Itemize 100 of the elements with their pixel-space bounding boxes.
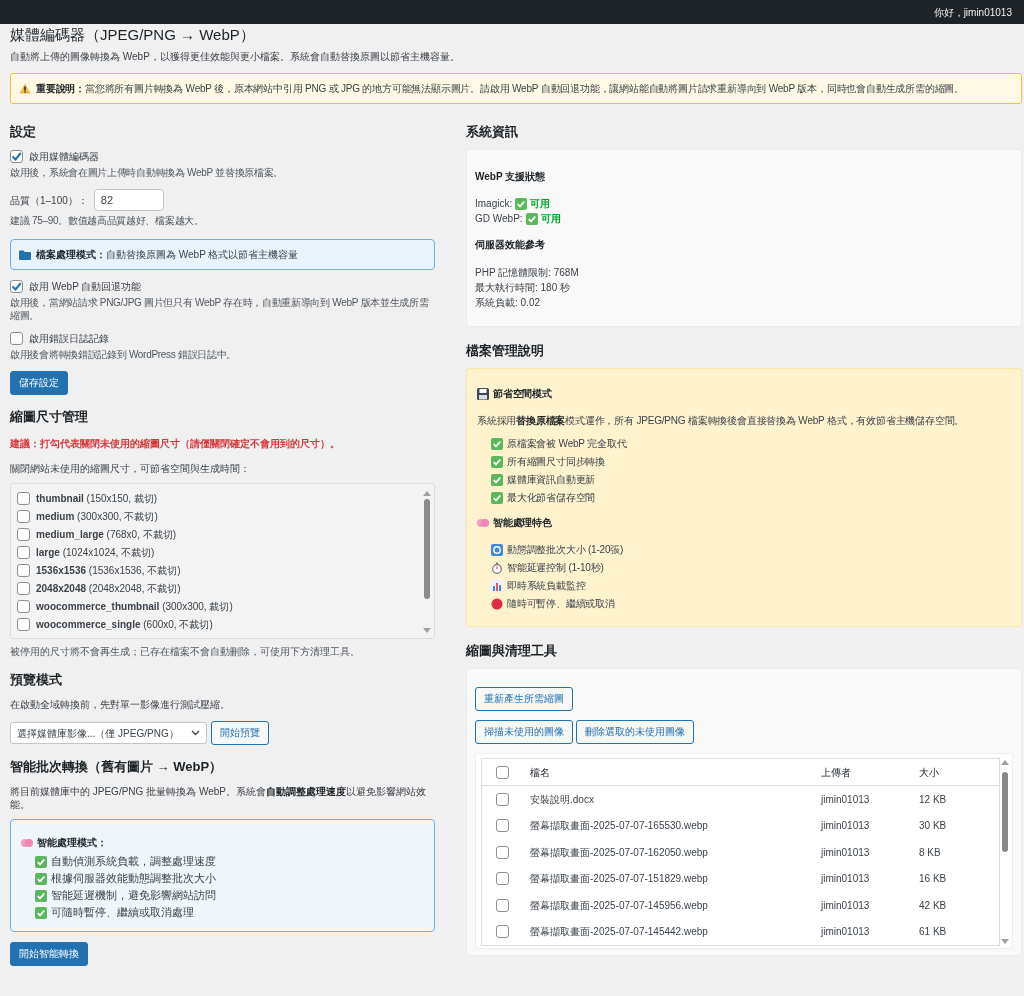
checkbox-label[interactable]: 啟用錯誤日誌記錄	[29, 332, 109, 345]
help-text: 啟用後，系統會在圖片上傳時自動轉換為 WebP 並替換原檔案。	[10, 166, 285, 179]
start-conversion-button[interactable]: 開始智能轉換	[10, 942, 88, 966]
check-icon	[525, 212, 538, 225]
size-label[interactable]: large (1024x1024, 不裁切)	[36, 545, 155, 559]
greeting-text[interactable]: 你好，jimin01013	[933, 5, 1012, 19]
size-cell-text: 12 KB	[919, 792, 948, 806]
column-header: 上傳者	[821, 765, 852, 779]
checkbox[interactable]	[17, 545, 30, 559]
help-text: 建議 75–90。數值越高品質越好、檔案越大。	[10, 214, 205, 227]
feature-text: 智能延遲控制 (1-10秒)	[507, 561, 604, 574]
folder-icon	[19, 249, 31, 260]
feature-text: 即時系統負載監控	[507, 579, 586, 592]
checkbox[interactable]	[496, 845, 509, 859]
tool-button[interactable]: 重新產生所需縮圖	[475, 687, 573, 711]
save-settings-button[interactable]: 儲存設定	[10, 371, 68, 395]
checkbox[interactable]	[10, 280, 23, 293]
check-icon	[35, 855, 47, 868]
section-heading: 設定	[10, 124, 37, 140]
checkbox[interactable]	[496, 898, 509, 912]
checkbox[interactable]	[10, 332, 23, 345]
file-name-cell-text: 螢幕擷取畫面-2025-07-07-145442.webp	[530, 925, 709, 939]
image-select[interactable]: 選擇媒體庫影像...（僅 JPEG/PNG）	[10, 722, 207, 744]
section-heading: 預覽模式	[10, 672, 63, 688]
start-preview-button[interactable]: 開始預覽	[211, 721, 269, 745]
brain-icon	[477, 517, 489, 528]
notice-text: 重要說明：當您將所有圖片轉換為 WebP 後，原本網站中引用 PNG 或 JPG 的地方可能無法顯示圖片。請啟用 WebP 自動回退功能，讓網站能自動將圖片請求重新導向到 WebP 版本，同時也會自動生成所需的縮圖。	[36, 82, 964, 95]
checkbox[interactable]	[496, 792, 509, 806]
performance-text: 最大執行時間: 180 秒	[475, 281, 572, 295]
checkbox[interactable]	[17, 581, 30, 595]
performance-text: 系統負載: 0.02	[475, 296, 542, 310]
feature-text: 動態調整批次大小 (1-20張)	[507, 543, 624, 556]
file-name-cell-text: 安裝說明.docx	[530, 792, 595, 806]
uploader-cell-text: jimin01013	[821, 845, 871, 859]
checkbox[interactable]	[496, 925, 509, 939]
section-heading: 檔案管理說明	[466, 343, 545, 359]
size-label[interactable]: medium (300x300, 不裁切)	[36, 509, 158, 523]
description-text: 在啟動全域轉換前，先對單一影像進行測試壓縮。	[10, 698, 231, 711]
size-label[interactable]: 2048x2048 (2048x2048, 不裁切)	[36, 581, 181, 595]
checkbox-label[interactable]: 啟用媒體編碼器	[29, 150, 99, 163]
column-header: 檔名	[530, 765, 551, 779]
bar-chart-icon	[491, 579, 503, 592]
help-text: 啟用後，當網站請求 PNG/JPG 圖片但只有 WebP 存在時，自動重新導向到 WebP 版本並生成所需縮圖。	[10, 296, 430, 322]
warning-icon	[19, 83, 31, 94]
section-heading: 系統資訊	[466, 124, 519, 140]
size-label[interactable]: 1536x1536 (1536x1536, 不裁切)	[36, 563, 181, 577]
feature-text: 可隨時暫停、繼續或取消處理	[51, 906, 194, 919]
description-text: 系統採用替換原檔案模式運作，所有 JPEG/PNG 檔案轉換後會直接替換為 WebP 格式，有效節省主機儲存空間。	[477, 414, 966, 427]
benefit-text: 媒體庫資訊自動更新	[507, 473, 596, 486]
uploader-cell-text: jimin01013	[821, 872, 871, 886]
checkbox[interactable]	[17, 617, 30, 631]
card-subheading: 節省空間模式	[493, 387, 552, 400]
uploader-cell-text: jimin01013	[821, 898, 871, 912]
feature-text: 智能延遲機制，避免影響網站訪問	[51, 889, 216, 902]
checkbox[interactable]	[17, 563, 30, 577]
uploader-cell-text: jimin01013	[821, 792, 871, 806]
feature-text: 自動偵測系統負載，調整處理速度	[51, 855, 216, 868]
check-icon	[515, 197, 528, 210]
checkbox[interactable]	[10, 150, 23, 163]
size-label[interactable]: woocommerce_single (600x0, 不裁切)	[36, 617, 213, 631]
check-icon	[35, 889, 47, 902]
support-label: Imagick:	[475, 197, 513, 211]
size-label[interactable]: woocommerce_thumbnail (300x300, 裁切)	[36, 599, 233, 613]
check-icon	[491, 473, 503, 486]
description-text: 關閉網站未使用的縮圖尺寸，可節省空間與生成時間：	[10, 462, 251, 475]
size-cell-text: 30 KB	[919, 819, 948, 833]
performance-text: PHP 記憶體限制: 768M	[475, 266, 580, 280]
file-name-cell-text: 螢幕擷取畫面-2025-07-07-162050.webp	[530, 845, 709, 859]
file-name-cell-text: 螢幕擷取畫面-2025-07-07-165530.webp	[530, 819, 709, 833]
description-text: 將目前媒體庫中的 JPEG/PNG 批量轉換為 WebP。系統會自動調整處理速度以避免影響網站效能。	[10, 785, 427, 811]
card-subheading: WebP 支援狀態	[475, 170, 547, 183]
check-icon	[35, 906, 47, 919]
checkbox[interactable]	[496, 819, 509, 833]
checkbox-label[interactable]: 啟用 WebP 自動回退功能	[29, 280, 142, 293]
size-cell-text: 61 KB	[919, 925, 948, 939]
check-icon	[35, 872, 47, 885]
size-label[interactable]: thumbnail (150x150, 裁切)	[36, 491, 158, 505]
checkbox[interactable]	[17, 491, 30, 505]
size-cell-text: 16 KB	[919, 872, 948, 886]
check-icon	[491, 437, 503, 450]
status-text: 可用	[530, 197, 551, 211]
quality-input[interactable]: 82	[93, 189, 164, 211]
checkbox[interactable]	[496, 872, 509, 886]
warning-text: 建議：打勾代表關閉未使用的縮圖尺寸（請僅關閉確定不會用到的尺寸）。	[10, 437, 341, 450]
select-all-checkbox[interactable]	[496, 765, 509, 779]
tool-button[interactable]: 刪除選取的未使用圖像	[576, 720, 694, 744]
help-text: 啟用後會將轉換錯誤記錄到 WordPress 錯誤日誌中。	[10, 348, 238, 361]
checkbox[interactable]	[17, 599, 30, 613]
checkbox[interactable]	[17, 509, 30, 523]
tool-button[interactable]: 掃描未使用的圖像	[475, 720, 573, 744]
size-label[interactable]: medium_large (768x0, 不裁切)	[36, 527, 177, 541]
size-cell-text: 8 KB	[919, 845, 942, 859]
file-name-cell-text: 螢幕擷取畫面-2025-07-07-151829.webp	[530, 872, 709, 886]
dot-icon	[491, 597, 503, 610]
benefit-text: 所有縮圖尺寸同步轉換	[507, 455, 605, 468]
checkbox[interactable]	[17, 527, 30, 541]
brain-icon	[21, 837, 33, 848]
support-label: GD WebP:	[475, 212, 523, 226]
status-text: 可用	[540, 212, 561, 226]
page-title: 媒體編碼器（JPEG/PNG → WebP）	[10, 26, 256, 44]
